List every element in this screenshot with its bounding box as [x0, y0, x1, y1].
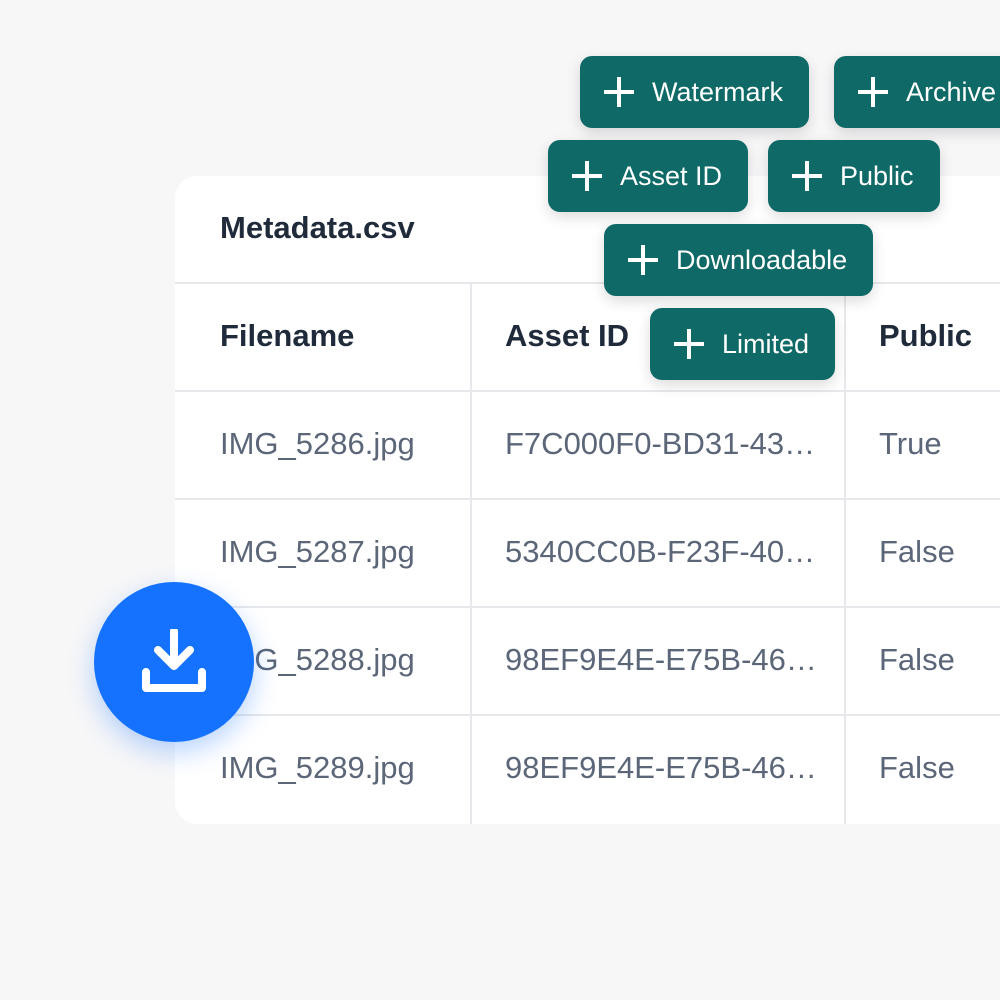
cell-public: False [879, 534, 955, 569]
cell-asset-id: 5340CC0B-F23F-40… [505, 534, 816, 569]
column-divider [844, 284, 846, 824]
row-divider [175, 498, 1000, 500]
header-divider [175, 282, 1000, 284]
add-asset-id-chip[interactable]: Asset ID [548, 140, 749, 212]
chip-label: Public [840, 160, 914, 191]
cell-asset-id: 98EF9E4E-E75B-46… [505, 642, 817, 677]
add-watermark-chip[interactable]: Watermark [580, 56, 810, 128]
cell-asset-id: 98EF9E4E-E75B-46… [505, 750, 817, 785]
plus-icon [572, 161, 602, 191]
cell-asset-id: F7C000F0-BD31-43… [505, 426, 816, 461]
stage: Metadata.csv Filename Asset ID Public IM… [0, 0, 1000, 1000]
plus-icon [628, 245, 658, 275]
add-limited-chip[interactable]: Limited [650, 308, 836, 380]
chip-label: Asset ID [620, 160, 723, 191]
chip-label: Watermark [652, 76, 784, 107]
chip-label: Limited [722, 328, 810, 359]
column-header-filename[interactable]: Filename [220, 318, 354, 354]
cell-public: True [879, 426, 942, 461]
row-divider [175, 606, 1000, 608]
cell-filename: IMG_5287.jpg [220, 534, 415, 569]
download-icon [142, 629, 206, 692]
plus-icon [858, 77, 888, 107]
metadata-table-card: Metadata.csv Filename Asset ID Public IM… [175, 176, 1000, 824]
column-header-asset-id[interactable]: Asset ID [505, 318, 629, 354]
add-downloadable-chip[interactable]: Downloadable [604, 224, 874, 296]
cell-public: False [879, 750, 955, 785]
row-divider [175, 714, 1000, 716]
chip-label: Downloadable [676, 244, 848, 275]
chip-label: Archive [906, 76, 997, 107]
file-title: Metadata.csv [220, 210, 415, 245]
plus-icon [674, 329, 704, 359]
download-button[interactable] [94, 582, 254, 742]
column-header-public[interactable]: Public [879, 318, 972, 354]
cell-filename: IMG_5286.jpg [220, 426, 415, 461]
plus-icon [604, 77, 634, 107]
cell-public: False [879, 642, 955, 677]
add-archive-chip[interactable]: Archive [834, 56, 1000, 128]
cell-filename: IMG_5289.jpg [220, 750, 415, 785]
plus-icon [792, 161, 822, 191]
row-divider [175, 390, 1000, 392]
column-divider [470, 284, 472, 824]
add-public-chip[interactable]: Public [768, 140, 940, 212]
